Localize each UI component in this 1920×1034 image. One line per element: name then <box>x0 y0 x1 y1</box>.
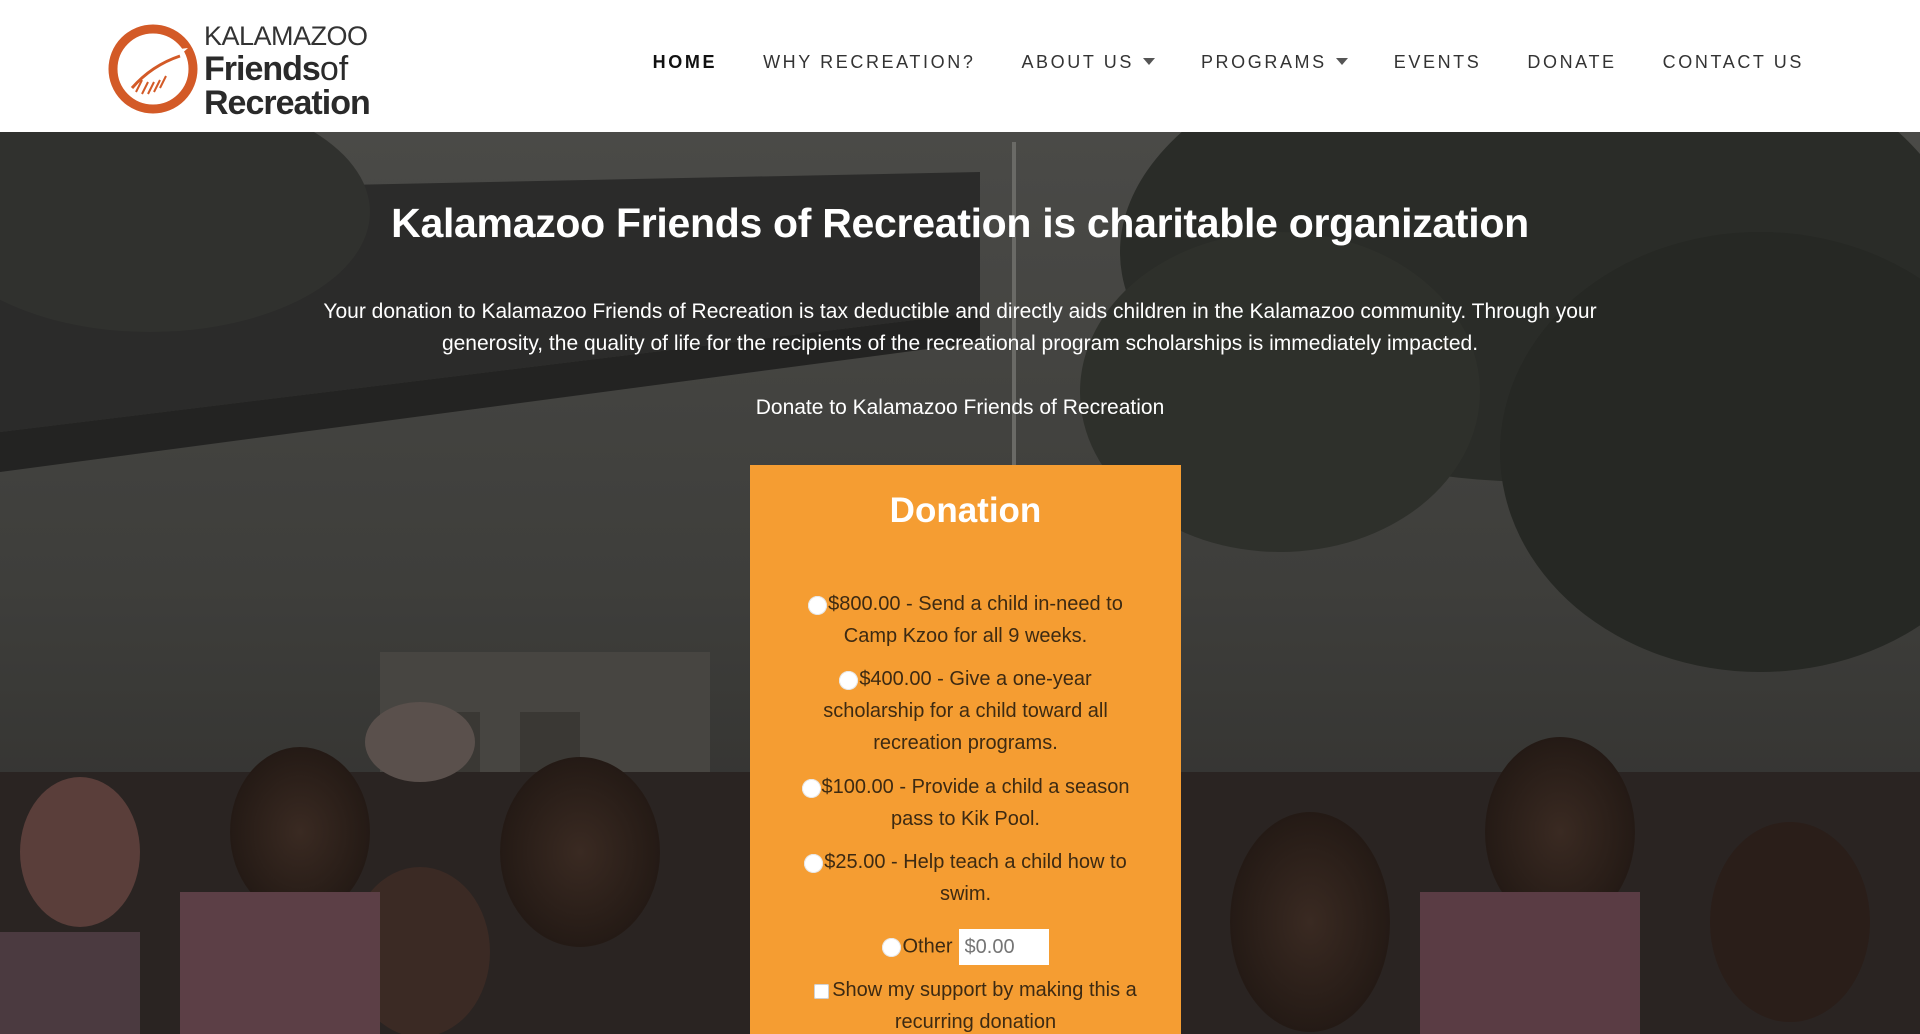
nav-donate[interactable]: DONATE <box>1527 52 1616 73</box>
nav-events-label: EVENTS <box>1393 52 1482 72</box>
donation-option-25[interactable]: $25.00 - Help teach a child how to swim. <box>800 846 1131 910</box>
site-logo[interactable]: KALAMAZOO Friendsof Recreation <box>106 20 396 120</box>
nav-contact-us-label: CONTACT US <box>1662 52 1804 72</box>
hero-section: Kalamazoo Friends of Recreation is chari… <box>0 132 1920 1034</box>
donation-option-800-label: $800.00 - Send a child in-need to Camp K… <box>828 593 1123 647</box>
nav-donate-label: DONATE <box>1527 52 1617 72</box>
nav-why-recreation-label: WHY RECREATION? <box>763 52 976 72</box>
donation-form: Donation $800.00 - Send a child in-need … <box>750 465 1181 1034</box>
logo-wordmark: KALAMAZOO Friendsof Recreation <box>204 20 404 120</box>
logo-line-recreation: Recreation <box>204 84 371 122</box>
nav-home-label: HOME <box>652 52 718 72</box>
chevron-down-icon <box>1335 58 1348 65</box>
radio-400[interactable] <box>839 671 859 690</box>
hero-description: Your donation to Kalamazoo Friends of Re… <box>323 300 1597 355</box>
recurring-donation-option[interactable]: Show my support by making this a recurri… <box>810 974 1141 1034</box>
radio-100[interactable] <box>801 779 821 798</box>
logo-line-kalamazoo: KALAMAZOO <box>204 21 368 51</box>
donation-option-100-label: $100.00 - Provide a child a season pass … <box>821 776 1130 830</box>
chevron-down-icon <box>1142 58 1155 65</box>
radio-25[interactable] <box>804 854 824 873</box>
logo-mark-icon <box>108 24 198 114</box>
donation-option-other[interactable]: Other <box>800 929 1131 965</box>
nav-why-recreation[interactable]: WHY RECREATION? <box>763 52 975 73</box>
logo-friends-text: Friends <box>204 50 321 88</box>
other-amount-input[interactable] <box>958 929 1049 965</box>
nav-home[interactable]: HOME <box>653 52 717 73</box>
recurring-donation-label: Show my support by making this a recurri… <box>832 979 1137 1033</box>
nav-contact-us[interactable]: CONTACT US <box>1663 52 1804 73</box>
logo-line-friends: Friendsof <box>204 52 404 86</box>
site-header: KALAMAZOO Friendsof Recreation HOME WHY … <box>0 0 1920 132</box>
nav-programs[interactable]: PROGRAMS <box>1201 52 1348 73</box>
radio-other[interactable] <box>882 938 902 958</box>
donate-link[interactable]: Donate to Kalamazoo Friends of Recreatio… <box>0 396 1920 420</box>
nav-events[interactable]: EVENTS <box>1394 52 1482 73</box>
donation-option-400-label: $400.00 - Give a one-year scholarship fo… <box>823 668 1108 754</box>
main-navigation: HOME WHY RECREATION? ABOUT US PROGRAMS E… <box>653 52 1804 73</box>
donation-option-800[interactable]: $800.00 - Send a child in-need to Camp K… <box>800 588 1131 652</box>
donation-option-100[interactable]: $100.00 - Provide a child a season pass … <box>800 771 1131 835</box>
nav-about-us[interactable]: ABOUT US <box>1021 52 1155 73</box>
logo-of-text: of <box>319 50 349 88</box>
radio-800[interactable] <box>808 596 828 615</box>
recurring-checkbox[interactable] <box>814 984 830 999</box>
nav-about-us-label: ABOUT US <box>1021 52 1134 72</box>
donation-other-label: Other <box>902 935 953 958</box>
donation-option-25-label: $25.00 - Help teach a child how to swim. <box>824 851 1127 905</box>
donation-title: Donation <box>889 491 1042 530</box>
hero-title: Kalamazoo Friends of Recreation is chari… <box>391 200 1529 246</box>
nav-programs-label: PROGRAMS <box>1200 52 1327 72</box>
donation-option-400[interactable]: $400.00 - Give a one-year scholarship fo… <box>800 663 1131 759</box>
